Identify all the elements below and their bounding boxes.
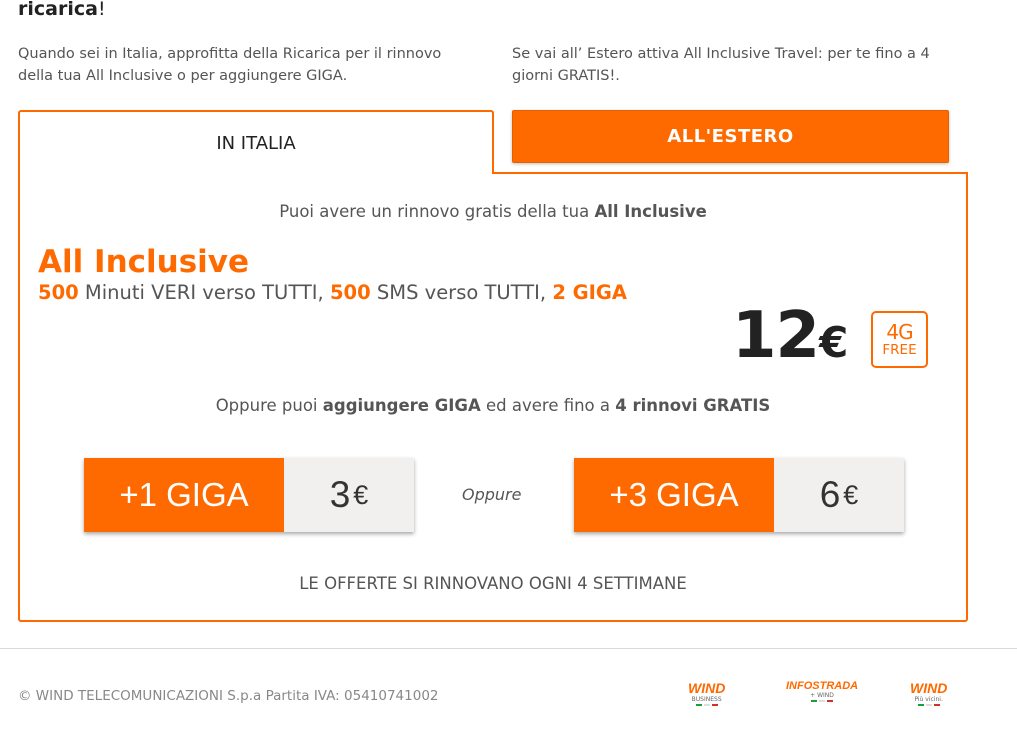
tab-in-italia-label: IN ITALIA	[216, 132, 296, 154]
wind-business-logo[interactable]: WIND BUSINESS	[688, 680, 725, 706]
add-1-giga-price-amount: 3	[329, 474, 351, 515]
add-1-giga-price-currency: €	[353, 479, 369, 510]
footer-divider	[0, 648, 1017, 649]
wind-logo-name: WIND	[910, 680, 948, 696]
wind-piu-vicini-logo[interactable]: WIND Più vicini.	[910, 680, 947, 706]
renewal-line: Puoi avere un rinnovo gratis della tua A…	[20, 202, 966, 221]
wind-business-logo-sub: BUSINESS	[691, 696, 722, 703]
tab-in-italia[interactable]: IN ITALIA	[18, 110, 494, 174]
heading-rest: !	[97, 0, 106, 20]
giga-amount: 2 GIGA	[552, 281, 628, 304]
footer-copyright: © WIND TELECOMUNICAZIONI S.p.a Partita I…	[18, 688, 439, 704]
wind-business-logo-name: WIND	[688, 680, 726, 696]
italian-flag-icon	[695, 704, 719, 706]
offer-panel: Puoi avere un rinnovo gratis della tua A…	[18, 172, 968, 622]
heading-bold: ricarica	[18, 0, 98, 20]
add-giga-line: Oppure puoi aggiungere GIGA ed avere fin…	[20, 396, 966, 415]
add-3-giga-price-currency: €	[843, 479, 859, 510]
italian-flag-icon	[917, 704, 941, 706]
minutes-text: Minuti VERI verso TUTTI,	[78, 281, 330, 304]
price-amount: 12	[732, 299, 820, 373]
add-giga-b: aggiungere GIGA	[322, 396, 481, 415]
renewal-text: Puoi avere un rinnovo gratis della tua	[279, 202, 595, 221]
add-3-giga-button[interactable]: +3 GIGA 6 €	[574, 458, 904, 532]
add-1-giga-button[interactable]: +1 GIGA 3 €	[84, 458, 414, 532]
wind-logo-sub: Più vicini.	[914, 696, 943, 703]
intro-italia: Quando sei in Italia, approfitta della R…	[18, 46, 442, 84]
infostrada-logo-name: INFOSTRADA	[786, 680, 859, 692]
offer-price: 12€	[732, 299, 848, 373]
sms-count: 500	[329, 281, 371, 304]
minutes-count: 500	[38, 281, 79, 304]
add-giga-d: 4 rinnovi GRATIS	[615, 396, 771, 415]
price-currency: €	[819, 318, 848, 367]
add-giga-c: ed avere fino a	[480, 396, 616, 415]
renewal-footnote: LE OFFERTE SI RINNOVANO OGNI 4 SETTIMANE	[299, 574, 687, 593]
4g-free-badge: 4G FREE	[871, 311, 928, 368]
infostrada-logo[interactable]: INFOSTRADA + WIND	[786, 680, 858, 702]
add-3-giga-label: +3 GIGA	[574, 458, 774, 532]
infostrada-logo-sub: + WIND	[810, 692, 834, 699]
offer-title: All Inclusive	[38, 244, 250, 280]
renewal-bold: All Inclusive	[594, 202, 707, 221]
badge-4g-text: 4G	[886, 319, 913, 344]
add-3-giga-price-amount: 6	[819, 474, 841, 515]
add-3-giga-price: 6 €	[774, 458, 904, 532]
add-1-giga-price: 3 €	[284, 458, 414, 532]
add-1-giga-label: +1 GIGA	[84, 458, 284, 532]
add-giga-a: Oppure puoi	[215, 396, 323, 415]
tab-all-estero-label: ALL'ESTERO	[667, 126, 794, 147]
badge-free-text: FREE	[882, 341, 917, 358]
intro-estero: Se vai all’ Estero attiva All Inclusive …	[512, 46, 930, 84]
tab-all-estero[interactable]: ALL'ESTERO	[512, 110, 949, 163]
section-heading: ricarica!	[18, 0, 106, 20]
sms-text: SMS verso TUTTI,	[370, 281, 553, 304]
oppure-separator: Oppure	[462, 485, 522, 504]
italian-flag-icon	[810, 700, 834, 702]
offer-description: 500 Minuti VERI verso TUTTI, 500 SMS ver…	[38, 281, 627, 304]
